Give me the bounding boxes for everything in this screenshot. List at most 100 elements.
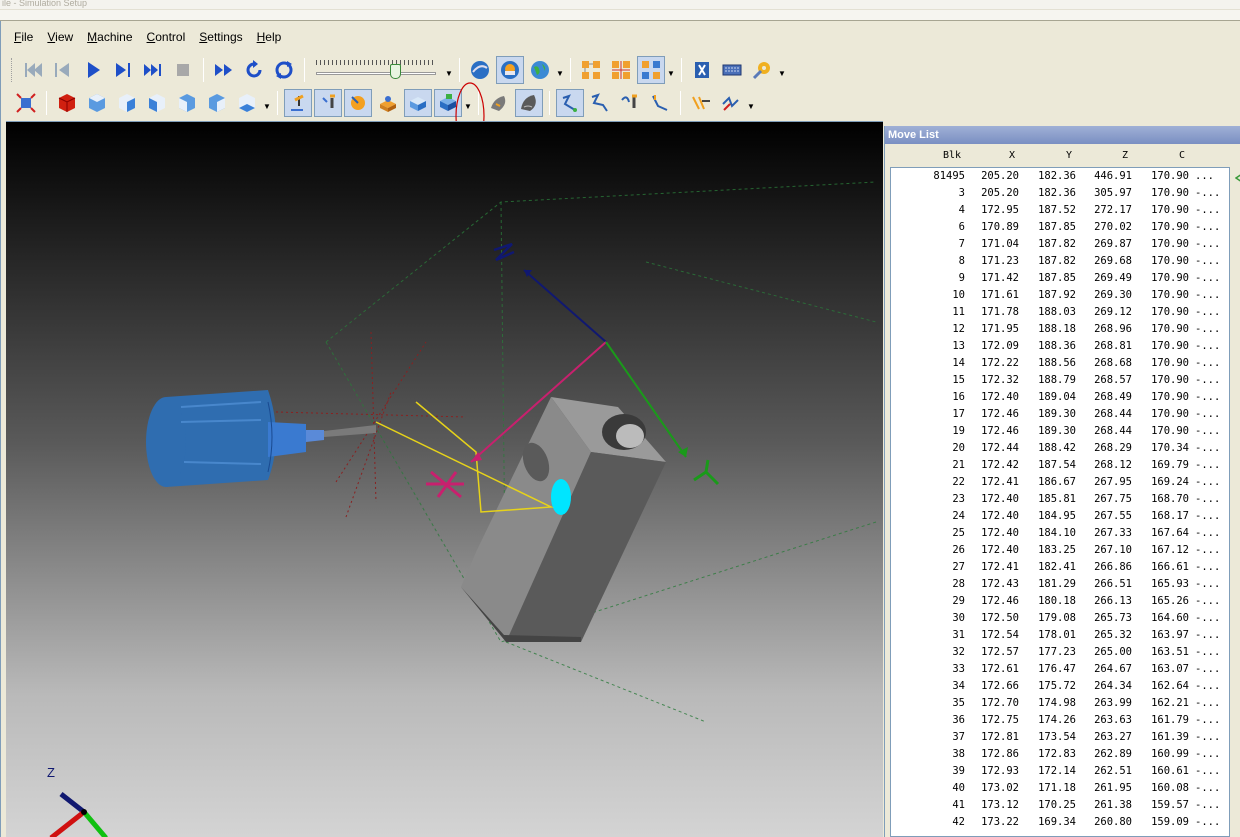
table-row[interactable]: 28 172.43 181.29 266.51 165.93 -... xyxy=(891,576,1229,593)
path-trace-button[interactable] xyxy=(586,89,614,117)
table-row[interactable]: 9 171.42 187.85 269.49 170.90 -... xyxy=(891,270,1229,287)
column-header-z[interactable]: Z xyxy=(1122,150,1128,161)
path-display-button[interactable] xyxy=(556,89,584,117)
compare-path-button[interactable] xyxy=(717,89,745,117)
table-row[interactable]: 34 172.66 175.72 264.34 162.64 -... xyxy=(891,678,1229,695)
tool-vector-button[interactable] xyxy=(646,89,674,117)
table-row[interactable]: 8 171.23 187.82 269.68 170.90 -... xyxy=(891,253,1229,270)
speed-slider[interactable] xyxy=(314,56,440,84)
table-row[interactable]: 14 172.22 188.56 268.68 170.90 -... xyxy=(891,355,1229,372)
table-row[interactable]: 38 172.86 172.83 262.89 160.99 -... xyxy=(891,746,1229,763)
run-to-end-button[interactable] xyxy=(139,56,167,84)
column-header-x[interactable]: X xyxy=(1009,150,1015,161)
collision-check-button[interactable] xyxy=(577,56,605,84)
table-row[interactable]: 19 172.46 189.30 268.44 170.90 -... xyxy=(891,423,1229,440)
keyboard-button[interactable] xyxy=(718,56,746,84)
table-row[interactable]: 36 172.75 174.26 263.63 161.79 -... xyxy=(891,712,1229,729)
view-bottom-button[interactable] xyxy=(233,89,261,117)
gouge-check-button[interactable] xyxy=(637,56,665,84)
table-row[interactable]: 22 172.41 186.67 267.95 169.24 -... xyxy=(891,474,1229,491)
table-row[interactable]: 6 170.89 187.85 270.02 170.90 -... xyxy=(891,219,1229,236)
tool-trace-button[interactable] xyxy=(616,89,644,117)
view-right-button[interactable] xyxy=(143,89,171,117)
table-row[interactable]: 10 171.61 187.92 269.30 170.90 -... xyxy=(891,287,1229,304)
table-row[interactable]: 31 172.54 178.01 265.32 163.97 -... xyxy=(891,627,1229,644)
table-row[interactable]: 16 172.40 189.04 268.49 170.90 -... xyxy=(891,389,1229,406)
table-row[interactable]: 29 172.46 180.18 266.13 165.26 -... xyxy=(891,593,1229,610)
play-button[interactable] xyxy=(79,56,107,84)
table-row[interactable]: 33 172.61 176.47 264.67 163.07 -... xyxy=(891,661,1229,678)
table-row[interactable]: 17 172.46 189.30 268.44 170.90 -... xyxy=(891,406,1229,423)
slider-dropdown-arrow[interactable]: ▼ xyxy=(444,56,454,84)
table-row[interactable]: 26 172.40 183.25 267.10 167.12 -... xyxy=(891,542,1229,559)
view-globe-button[interactable] xyxy=(526,56,554,84)
table-row[interactable]: 39 172.93 172.14 262.51 160.61 -... xyxy=(891,763,1229,780)
table-row[interactable]: 35 172.70 174.98 263.99 162.21 -... xyxy=(891,695,1229,712)
measure-button[interactable] xyxy=(687,89,715,117)
toolbar-grip[interactable] xyxy=(11,58,14,82)
column-header-blk[interactable]: Blk xyxy=(943,150,961,161)
view-front-button[interactable] xyxy=(113,89,141,117)
menu-settings[interactable]: Settings xyxy=(192,27,249,47)
table-row[interactable]: 23 172.40 185.81 267.75 168.70 -... xyxy=(891,491,1229,508)
table-row[interactable]: 21 172.42 187.54 268.12 169.79 -... xyxy=(891,457,1229,474)
table-row[interactable]: 40 173.02 171.18 261.95 160.08 -... xyxy=(891,780,1229,797)
menu-file[interactable]: File xyxy=(7,27,40,47)
rewind-to-start-button[interactable] xyxy=(19,56,47,84)
fit-view-button[interactable] xyxy=(12,89,40,117)
table-row[interactable]: 15 172.32 188.79 268.57 170.90 -... xyxy=(891,372,1229,389)
collapse-arrow-icon[interactable] xyxy=(1235,173,1240,183)
check-dropdown-arrow[interactable]: ▼ xyxy=(666,56,676,84)
table-row[interactable]: 81495 205.20 182.36 446.91 170.90... xyxy=(891,168,1229,185)
shading-button[interactable] xyxy=(485,89,513,117)
show-tool-holder-button[interactable] xyxy=(284,89,312,117)
menu-view[interactable]: View xyxy=(40,27,80,47)
tools-dropdown-arrow[interactable]: ▼ xyxy=(777,56,787,84)
show-toolpath-button[interactable] xyxy=(344,89,372,117)
loop-button[interactable] xyxy=(240,56,268,84)
table-row[interactable]: 42 173.22 169.34 260.80 159.09 -... xyxy=(891,814,1229,831)
table-row[interactable]: 13 172.09 188.36 268.81 170.90 -... xyxy=(891,338,1229,355)
table-row[interactable]: 25 172.40 184.10 267.33 167.64 -... xyxy=(891,525,1229,542)
table-row[interactable]: 37 172.81 173.54 263.27 161.39 -... xyxy=(891,729,1229,746)
menu-help[interactable]: Help xyxy=(250,27,289,47)
table-row[interactable]: 12 171.95 188.18 268.96 170.90 -... xyxy=(891,321,1229,338)
table-row[interactable]: 11 171.78 188.03 269.12 170.90 -... xyxy=(891,304,1229,321)
view-machine-button[interactable] xyxy=(466,56,494,84)
view-left-button[interactable] xyxy=(203,89,231,117)
near-miss-button[interactable] xyxy=(607,56,635,84)
step-forward-button[interactable] xyxy=(109,56,137,84)
menu-control[interactable]: Control xyxy=(140,27,193,47)
show-part-button[interactable] xyxy=(404,89,432,117)
view-top-button[interactable] xyxy=(83,89,111,117)
view-back-button[interactable] xyxy=(173,89,201,117)
table-row[interactable]: 7 171.04 187.82 269.87 170.90 -... xyxy=(891,236,1229,253)
column-header-y[interactable]: Y xyxy=(1066,150,1072,161)
table-row[interactable]: 32 172.57 177.23 265.00 163.51 -... xyxy=(891,644,1229,661)
menu-machine[interactable]: Machine xyxy=(80,27,139,47)
views-dropdown-arrow[interactable]: ▼ xyxy=(262,89,272,117)
show-stock-button[interactable] xyxy=(374,89,402,117)
simulation-viewport[interactable]: Z xyxy=(6,121,883,837)
show-tool-button[interactable] xyxy=(314,89,342,117)
move-list-table[interactable]: 81495 205.20 182.36 446.91 170.90... 3 205.20 1… xyxy=(890,167,1230,837)
table-row[interactable]: 4 172.95 187.52 272.17 170.90 -... xyxy=(891,202,1229,219)
slider-thumb[interactable] xyxy=(389,64,401,79)
fast-forward-button[interactable] xyxy=(210,56,238,84)
view-dropdown-arrow[interactable]: ▼ xyxy=(555,56,565,84)
table-row[interactable]: 24 172.40 184.95 267.55 168.17 -... xyxy=(891,508,1229,525)
report-button[interactable] xyxy=(688,56,716,84)
analysis-dropdown-arrow[interactable]: ▼ xyxy=(746,89,756,117)
table-row[interactable]: 3 205.20 182.36 305.97 170.90 -... xyxy=(891,185,1229,202)
table-row[interactable]: 41 173.12 170.25 261.38 159.57 -... xyxy=(891,797,1229,814)
table-row[interactable]: 30 172.50 179.08 265.73 164.60 -... xyxy=(891,610,1229,627)
table-row[interactable]: 20 172.44 188.42 268.29 170.34 -... xyxy=(891,440,1229,457)
reset-button[interactable] xyxy=(270,56,298,84)
table-row[interactable]: 27 172.41 182.41 266.86 166.61 -... xyxy=(891,559,1229,576)
view-stock-button[interactable] xyxy=(496,56,524,84)
column-header-c[interactable]: C xyxy=(1179,150,1185,161)
stop-button[interactable] xyxy=(169,56,197,84)
wireframe-button[interactable] xyxy=(515,89,543,117)
step-back-button[interactable] xyxy=(49,56,77,84)
view-iso-button[interactable] xyxy=(53,89,81,117)
